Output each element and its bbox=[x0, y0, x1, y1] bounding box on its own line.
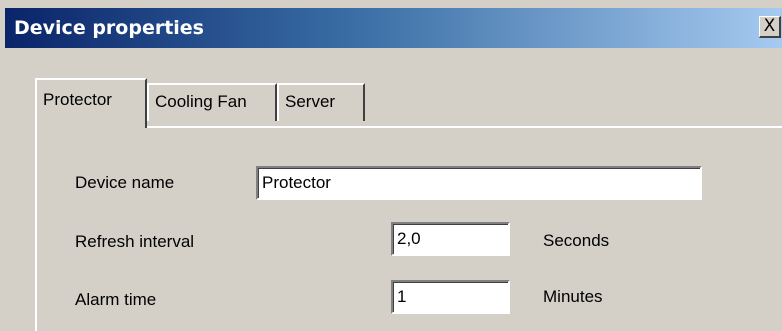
tab-label: Server bbox=[285, 92, 336, 111]
close-icon: X bbox=[763, 16, 776, 36]
refresh-interval-input[interactable] bbox=[391, 222, 510, 256]
tab-protector[interactable]: Protector bbox=[35, 78, 147, 128]
close-button[interactable]: X bbox=[759, 16, 781, 38]
tab-label: Protector bbox=[43, 90, 112, 109]
device-properties-dialog: Device properties X Protector Cooling Fa… bbox=[0, 0, 782, 331]
alarm-time-input[interactable] bbox=[391, 280, 510, 314]
refresh-interval-unit: Seconds bbox=[543, 231, 610, 250]
tab-label: Cooling Fan bbox=[155, 92, 247, 111]
refresh-interval-label: Refresh interval bbox=[75, 232, 195, 251]
device-name-input[interactable] bbox=[256, 166, 702, 200]
tab-server[interactable]: Server bbox=[277, 83, 365, 121]
title-bar[interactable]: Device properties X bbox=[5, 8, 782, 48]
device-name-label: Device name bbox=[75, 173, 175, 192]
tab-panel-protector: Device name Refresh interval Seconds Ala… bbox=[35, 126, 782, 331]
window-title: Device properties bbox=[14, 17, 204, 39]
tab-cooling-fan[interactable]: Cooling Fan bbox=[147, 83, 277, 121]
alarm-time-unit: Minutes bbox=[543, 287, 603, 306]
alarm-time-label: Alarm time bbox=[75, 290, 157, 309]
